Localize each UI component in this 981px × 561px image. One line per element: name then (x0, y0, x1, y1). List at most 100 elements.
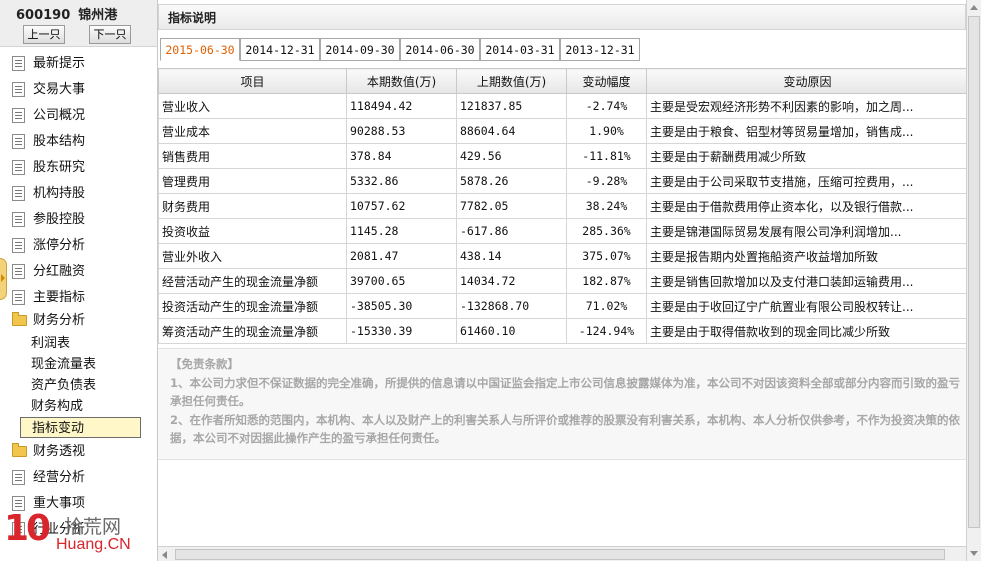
document-icon (12, 212, 25, 227)
cell-reason: 主要是报告期内处置拖船资产收益增加所致 (646, 243, 966, 269)
scroll-up-icon[interactable] (967, 0, 981, 15)
scroll-down-icon[interactable] (967, 546, 981, 561)
stock-header: 600190 锦州港 上一只 下一只 (0, 0, 157, 47)
cell-change: 285.36% (566, 218, 647, 244)
sidebar-item-label: 最新提示 (33, 56, 86, 71)
tab-period-4[interactable]: 2014-03-31 (480, 38, 560, 61)
document-icon (12, 470, 25, 485)
sidebar-item-label: 公司概况 (33, 108, 86, 123)
cell-current: 39700.65 (346, 268, 457, 294)
document-icon (12, 186, 25, 201)
table-row: 营业外收入 2081.47 438.14 375.07% 主要是报告期内处置拖船资产收益… (158, 243, 966, 269)
sidebar-item-8[interactable]: 分红融资 (12, 261, 85, 283)
sidebar-subitem-4[interactable]: 指标变动 (20, 417, 141, 438)
indicator-table: 项目 本期数值(万) 上期数值(万) 变动幅度 变动原因 营业收入 118494.… (158, 68, 966, 344)
sidebar-item-4[interactable]: 股东研究 (12, 157, 85, 179)
tab-period-3[interactable]: 2014-06-30 (400, 38, 480, 61)
col-header-reason: 变动原因 (646, 68, 966, 94)
disclaimer: 【免责条款】 1、本公司力求但不保证数据的完全准确，所提供的信息请以中国证监会指… (158, 348, 966, 460)
sidebar-item-3[interactable]: 股本结构 (12, 131, 85, 153)
vertical-scroll-thumb[interactable] (968, 16, 980, 528)
document-icon (12, 56, 25, 71)
sidebar-item-5[interactable]: 机构持股 (12, 183, 85, 205)
table-row: 投资活动产生的现金流量净额 -38505.30 -132868.70 71.02% 主要… (158, 293, 966, 319)
sidebar-subitem-3[interactable]: 财务构成 (31, 396, 83, 417)
watermark-en: Huang.CN (56, 536, 131, 553)
sidebar-item-9[interactable]: 主要指标 (12, 287, 85, 309)
sidebar-item-label: 主要指标 (33, 290, 86, 305)
table-row: 筹资活动产生的现金流量净额 -15330.39 61460.10 -124.94% 主要… (158, 318, 966, 344)
col-header-current: 本期数值(万) (346, 68, 457, 94)
folder-open-icon (12, 312, 27, 326)
cell-reason: 主要是由于借款费用停止资本化，以及银行借款... (646, 193, 966, 219)
horizontal-scrollbar[interactable] (158, 546, 966, 561)
cell-item: 营业外收入 (158, 243, 347, 269)
sidebar-item-label: 交易大事 (33, 82, 86, 97)
disclaimer-line-2: 2、在作者所知悉的范围内，本机构、本人以及财产上的利害关系人与所评价或推荐的股票… (170, 413, 960, 445)
cell-item: 筹资活动产生的现金流量净额 (158, 318, 347, 344)
cell-reason: 主要是由于粮食、铝型材等贸易量增加，销售成... (646, 118, 966, 144)
tab-period-2[interactable]: 2014-09-30 (320, 38, 400, 61)
sidebar-item-6[interactable]: 参股控股 (12, 209, 85, 231)
cell-current: -15330.39 (346, 318, 457, 344)
document-icon (12, 238, 25, 253)
cell-previous: 61460.10 (456, 318, 567, 344)
cell-current: 1145.28 (346, 218, 457, 244)
tab-period-0[interactable]: 2015-06-30 (160, 38, 240, 61)
table-row: 投资收益 1145.28 -617.86 285.36% 主要是锦港国际贸易发展有限公司… (158, 218, 966, 244)
horizontal-scroll-thumb[interactable] (175, 549, 945, 560)
vertical-scrollbar[interactable] (966, 0, 981, 561)
sidebar-group-finance[interactable]: 财务分析 (12, 310, 85, 332)
stock-code: 600190 (16, 8, 71, 23)
stock-name: 锦州港 (78, 8, 118, 23)
next-stock-button[interactable]: 下一只 (89, 25, 131, 44)
folder-icon (12, 443, 27, 457)
cell-current: 10757.62 (346, 193, 457, 219)
table-row: 营业成本 90288.53 88604.64 1.90% 主要是由于粮食、铝型材等贸易量… (158, 118, 966, 144)
table-row: 经营活动产生的现金流量净额 39700.65 14034.72 182.87% 主要是销… (158, 268, 966, 294)
table-header-row: 项目 本期数值(万) 上期数值(万) 变动幅度 变动原因 (158, 68, 966, 94)
cell-change: 38.24% (566, 193, 647, 219)
tab-period-1[interactable]: 2014-12-31 (240, 38, 320, 61)
cell-previous: 7782.05 (456, 193, 567, 219)
sidebar-item-7[interactable]: 涨停分析 (12, 235, 85, 257)
sidebar-item-after-0[interactable]: 财务透视 (12, 441, 85, 463)
cell-reason: 主要是由于公司采取节支措施，压缩可控费用，... (646, 168, 966, 194)
table-row: 销售费用 378.84 429.56 -11.81% 主要是由于薪酬费用减少所致 (158, 143, 966, 169)
sidebar-item-1[interactable]: 交易大事 (12, 79, 85, 101)
sidebar-subitem-0[interactable]: 利润表 (31, 333, 70, 354)
cell-item: 经营活动产生的现金流量净额 (158, 268, 347, 294)
cell-change: 1.90% (566, 118, 647, 144)
cell-reason: 主要是受宏观经济形势不利因素的影响，加之周... (646, 93, 966, 119)
table-row: 财务费用 10757.62 7782.05 38.24% 主要是由于借款费用停止资本化，… (158, 193, 966, 219)
stock-title: 600190 锦州港 (16, 4, 125, 23)
sidebar-item-label: 涨停分析 (33, 238, 86, 253)
sidebar-item-label: 股本结构 (33, 134, 86, 149)
sidebar-subitem-1[interactable]: 现金流量表 (31, 354, 96, 375)
sidebar-item-after-1[interactable]: 经营分析 (12, 467, 85, 489)
document-icon (12, 82, 25, 97)
disclaimer-title: 【免责条款】 (170, 357, 239, 371)
sidebar-item-0[interactable]: 最新提示 (12, 53, 85, 75)
watermark-number: 10 (4, 508, 51, 549)
cell-reason: 主要是由于薪酬费用减少所致 (646, 143, 966, 169)
cell-previous: 121837.85 (456, 93, 567, 119)
cell-change: -2.74% (566, 93, 647, 119)
prev-stock-button[interactable]: 上一只 (23, 25, 65, 44)
sidebar-item-label: 股东研究 (33, 160, 86, 175)
scroll-left-icon[interactable] (158, 548, 173, 561)
watermark-logo: 10 拾荒网 Huang.CN (4, 506, 154, 561)
cell-item: 营业成本 (158, 118, 347, 144)
tab-period-5[interactable]: 2013-12-31 (560, 38, 640, 61)
cell-current: 118494.42 (346, 93, 457, 119)
cell-change: -11.81% (566, 143, 647, 169)
cell-previous: 14034.72 (456, 268, 567, 294)
cell-current: 5332.86 (346, 168, 457, 194)
sidebar-item-label: 机构持股 (33, 186, 86, 201)
collapse-handle-icon[interactable] (0, 258, 7, 300)
sidebar-subitem-2[interactable]: 资产负债表 (31, 375, 96, 396)
cell-change: 182.87% (566, 268, 647, 294)
cell-previous: 5878.26 (456, 168, 567, 194)
watermark-cn: 拾荒网 (64, 516, 122, 538)
sidebar-item-2[interactable]: 公司概况 (12, 105, 85, 127)
